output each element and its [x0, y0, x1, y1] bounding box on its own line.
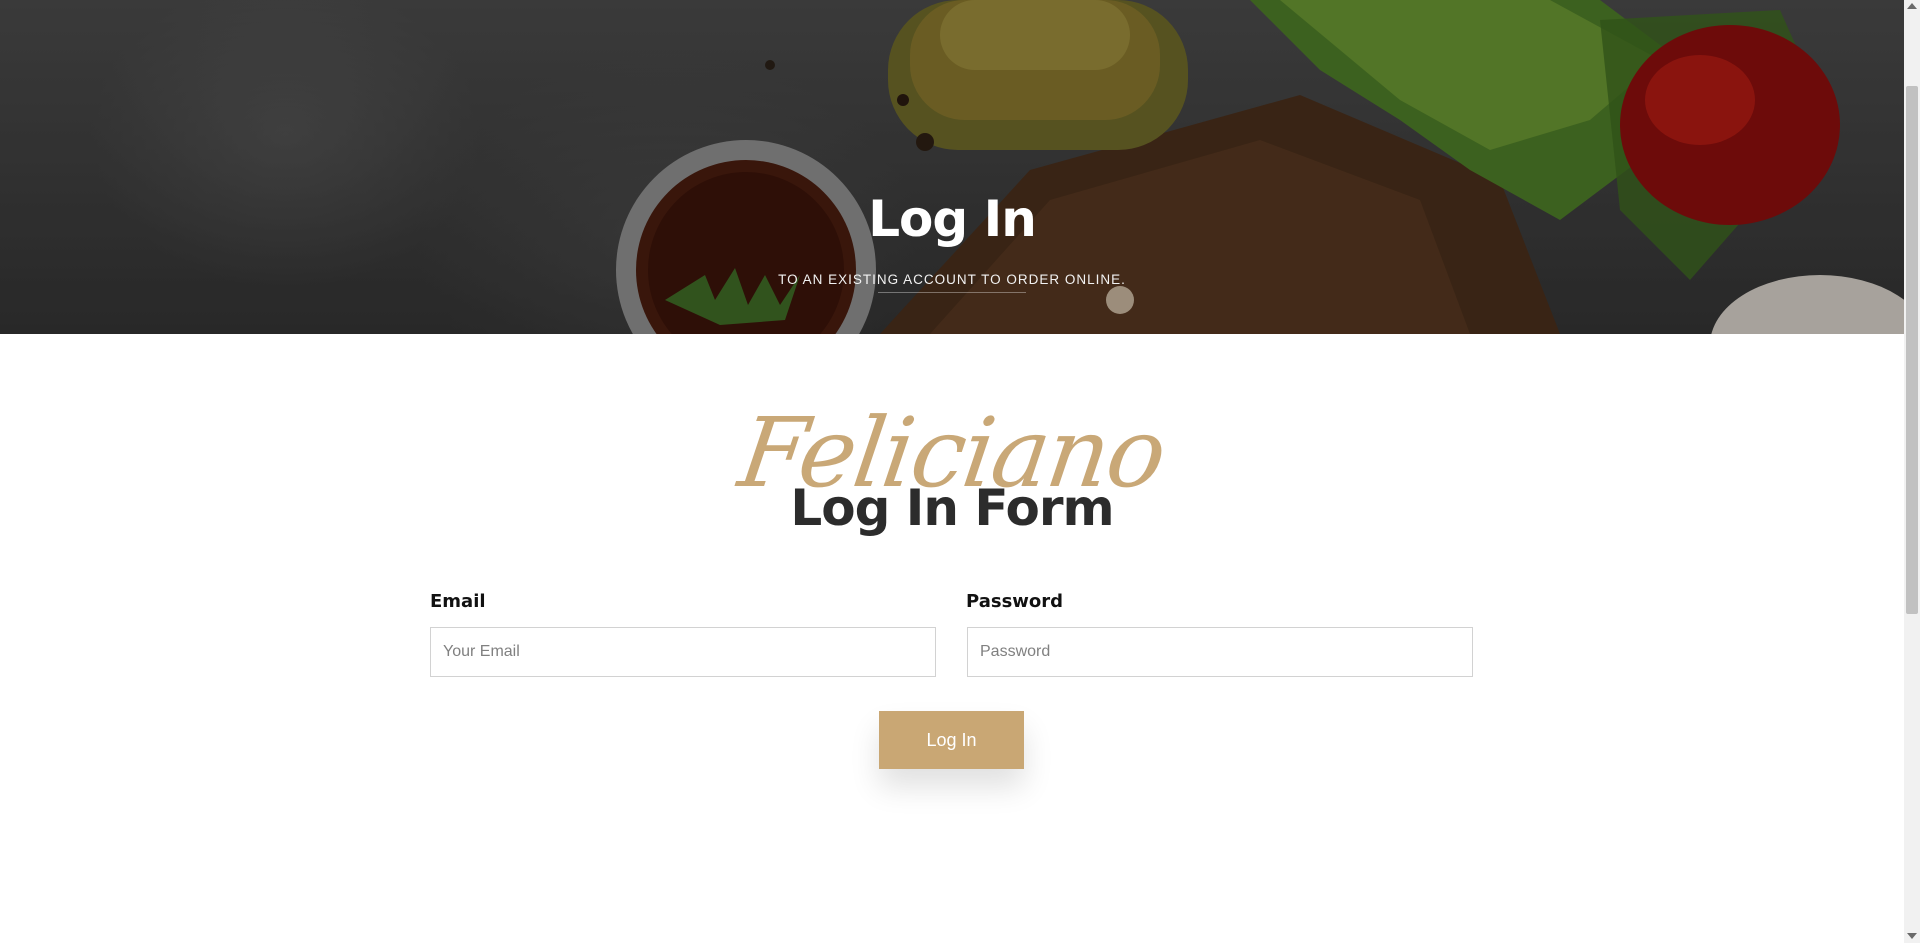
email-field[interactable] [430, 627, 936, 677]
form-title: Log In Form [790, 479, 1114, 537]
email-label: Email [430, 591, 486, 612]
page-subtitle: TO AN EXISTING ACCOUNT TO ORDER ONLINE. [778, 272, 1126, 287]
login-button[interactable]: Log In [879, 711, 1024, 769]
scrollbar[interactable] [1904, 0, 1920, 943]
scroll-up-arrow-icon[interactable] [1907, 3, 1917, 9]
password-label: Password [966, 591, 1064, 612]
page-title: Log In [868, 190, 1037, 248]
scroll-down-arrow-icon[interactable] [1907, 933, 1917, 939]
hero-banner: Log In TO AN EXISTING ACCOUNT TO ORDER O… [0, 0, 1904, 334]
scrollbar-thumb[interactable] [1906, 86, 1918, 614]
password-field[interactable] [967, 627, 1473, 677]
login-form-heading: Feliciano Log In Form [0, 397, 1904, 545]
subtitle-underline [878, 292, 1026, 293]
